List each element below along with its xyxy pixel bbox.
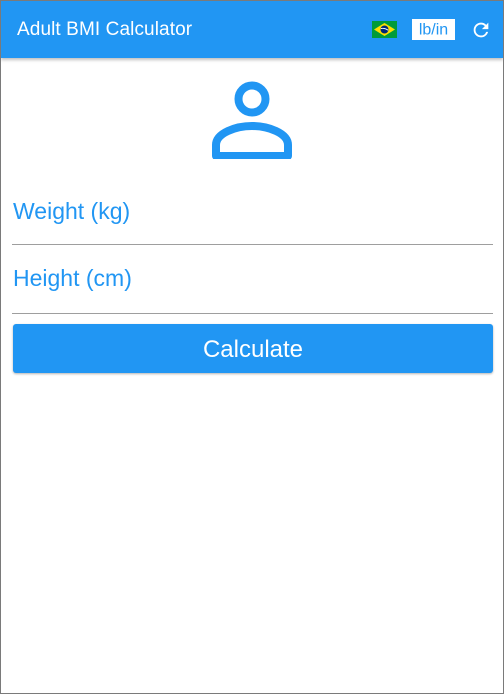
weight-input[interactable]	[12, 191, 495, 231]
unit-toggle-label: lb/in	[419, 22, 448, 39]
unit-toggle-button[interactable]: lb/in	[412, 19, 455, 40]
weight-field	[12, 191, 495, 245]
brazil-flag-icon[interactable]	[372, 21, 397, 38]
height-input[interactable]	[12, 258, 495, 298]
height-field	[12, 258, 495, 314]
refresh-icon[interactable]	[470, 19, 492, 41]
app-title: Adult BMI Calculator	[17, 19, 193, 40]
app-window: Adult BMI Calculator lb/in Weight (kg) H…	[0, 0, 504, 694]
app-bar: Adult BMI Calculator lb/in	[1, 1, 503, 58]
calculate-button[interactable]: Calculate	[13, 324, 493, 373]
person-outline-icon	[210, 79, 294, 160]
